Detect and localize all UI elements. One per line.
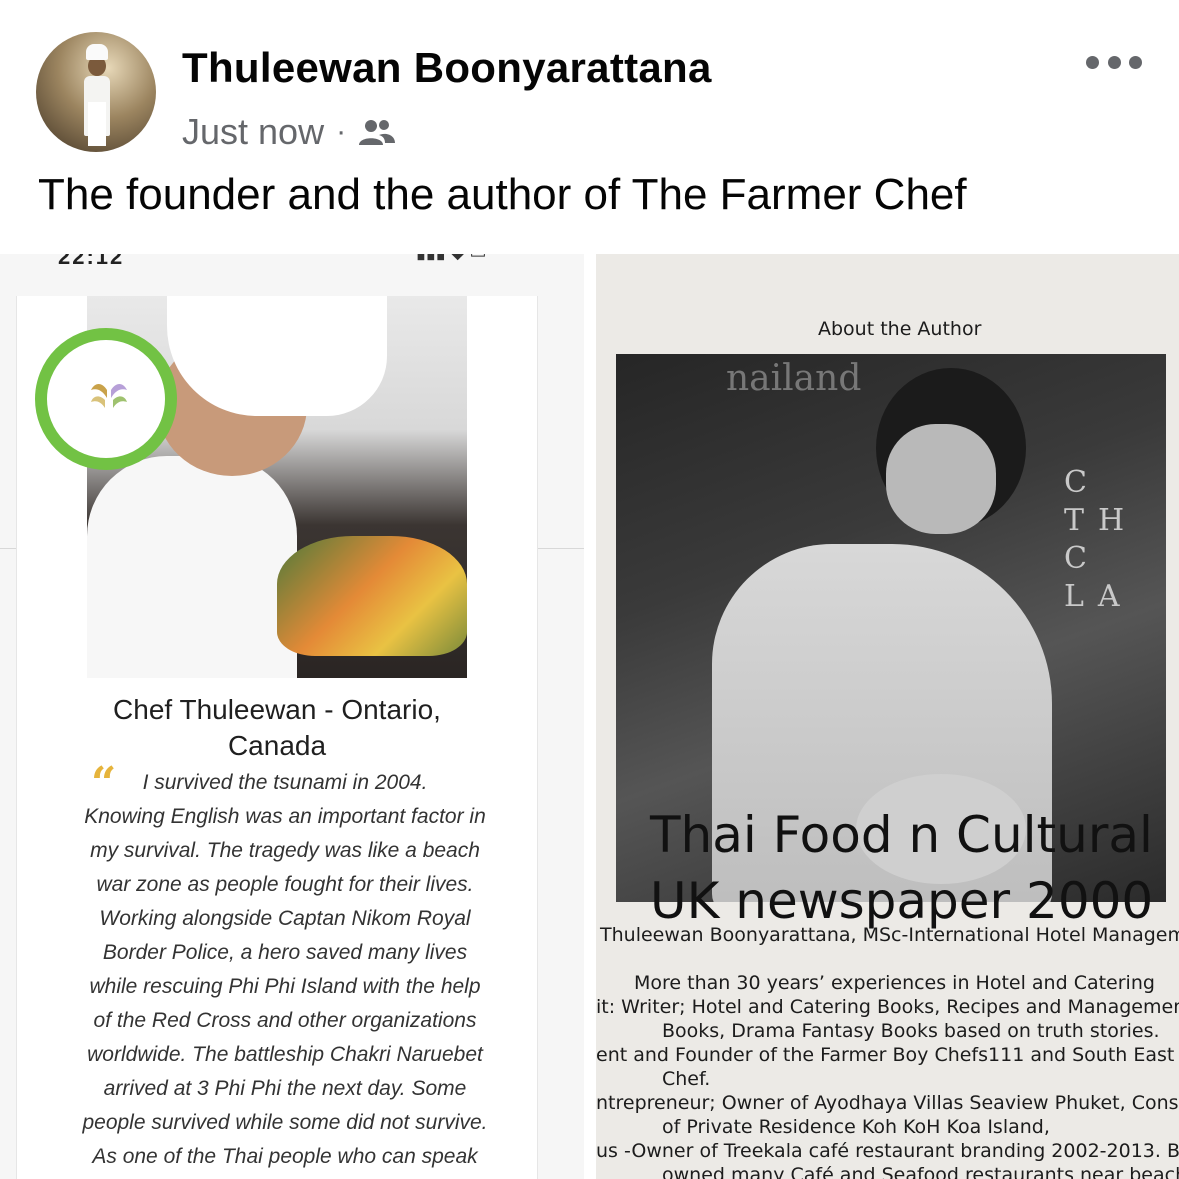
- more-dot: [1107, 55, 1121, 69]
- post-image-left[interactable]: 22:12 ▮▮▮ ◆ ▭ Chef Thuleewan - Ontario, …: [0, 254, 584, 1179]
- overlay-caption-line: UK newspaper 2000: [650, 872, 1154, 930]
- quote-line: people survived while some did not survi…: [82, 1111, 488, 1134]
- more-dot: [1086, 55, 1099, 69]
- quote-line: arrived at 3 Phi Phi the next day. Some: [103, 1077, 467, 1100]
- quote-line: Border Police, a hero saved many lives: [102, 941, 468, 964]
- book-heading: About the Author: [818, 318, 982, 340]
- avatar-figure-apron: [88, 102, 106, 146]
- author-avatar[interactable]: [36, 32, 156, 152]
- post-image-right[interactable]: About the Author nailand C TH C LA Thai …: [596, 254, 1179, 1179]
- chef-coat: [87, 456, 297, 678]
- photo-watermark: nailand: [726, 358, 862, 399]
- quote-line: my survival. The tragedy was like a beac…: [90, 839, 480, 862]
- author-figure-face: [886, 424, 996, 534]
- profile-card: Chef Thuleewan - Ontario, Canada “ I sur…: [16, 296, 538, 1179]
- logo-ring-icon: [91, 384, 127, 408]
- status-indicators-icon: ▮▮▮ ◆ ▭: [416, 254, 487, 263]
- pineapple-dish: [277, 536, 467, 656]
- quote-line: Working alongside Captan Nikom Royal: [99, 907, 471, 930]
- book-text-line: owned many Café and Seafood restaurants …: [662, 1164, 1179, 1179]
- quote-line: Knowing English was an important factor …: [84, 805, 486, 828]
- more-dot: [1129, 55, 1142, 69]
- more-options-icon[interactable]: [1086, 48, 1142, 76]
- book-text-line: Thuleewan Boonyarattana, MSc-Internation…: [600, 924, 1179, 946]
- wall-lettering: C TH C LA: [1064, 465, 1139, 614]
- book-text-line: Chef.: [662, 1068, 711, 1090]
- post-meta: Just now ·: [182, 110, 396, 154]
- farmer-chefs-logo: [35, 328, 177, 470]
- avatar-figure-hat: [86, 44, 108, 60]
- book-text-line: ntrepreneur; Owner of Ayodhaya Villas Se…: [596, 1092, 1179, 1114]
- book-text-line: it: Writer; Hotel and Catering Books, Re…: [596, 996, 1179, 1018]
- quote-line: worldwide. The battleship Chakri Naruebe…: [87, 1043, 483, 1066]
- friends-icon[interactable]: [358, 117, 396, 147]
- book-text-line: More than 30 years’ experiences in Hotel…: [634, 972, 1155, 994]
- quote-line: I survived the tsunami in 2004.: [142, 771, 428, 794]
- status-time: 22:12: [58, 254, 125, 269]
- quote-line: As one of the Thai people who can speak: [92, 1145, 478, 1168]
- book-text-line: of Private Residence Koh KoH Koa Island,: [662, 1116, 1050, 1138]
- book-text-line: us -Owner of Treekala café restaurant br…: [596, 1140, 1179, 1162]
- card-title-line: Chef Thuleewan - Ontario,: [113, 694, 441, 725]
- book-text-line: ent and Founder of the Farmer Boy Chefs1…: [596, 1044, 1179, 1066]
- overlay-caption-line: Thai Food n Cultural: [650, 806, 1153, 864]
- meta-separator: ·: [336, 115, 347, 148]
- author-name[interactable]: Thuleewan Boonyarattana: [182, 44, 712, 92]
- post-text: The founder and the author of The Farmer…: [38, 170, 967, 219]
- card-title: Chef Thuleewan - Ontario, Canada: [17, 692, 537, 764]
- quote-line: war zone as people fought for their live…: [96, 873, 474, 896]
- quote-text: I survived the tsunami in 2004. Knowing …: [41, 766, 529, 1174]
- post-timestamp[interactable]: Just now: [182, 111, 324, 153]
- quote-line: of the Red Cross and other organizations: [93, 1009, 477, 1032]
- book-text-line: Books, Drama Fantasy Books based on trut…: [662, 1020, 1160, 1042]
- quote-line: while rescuing Phi Phi Island with the h…: [89, 975, 481, 998]
